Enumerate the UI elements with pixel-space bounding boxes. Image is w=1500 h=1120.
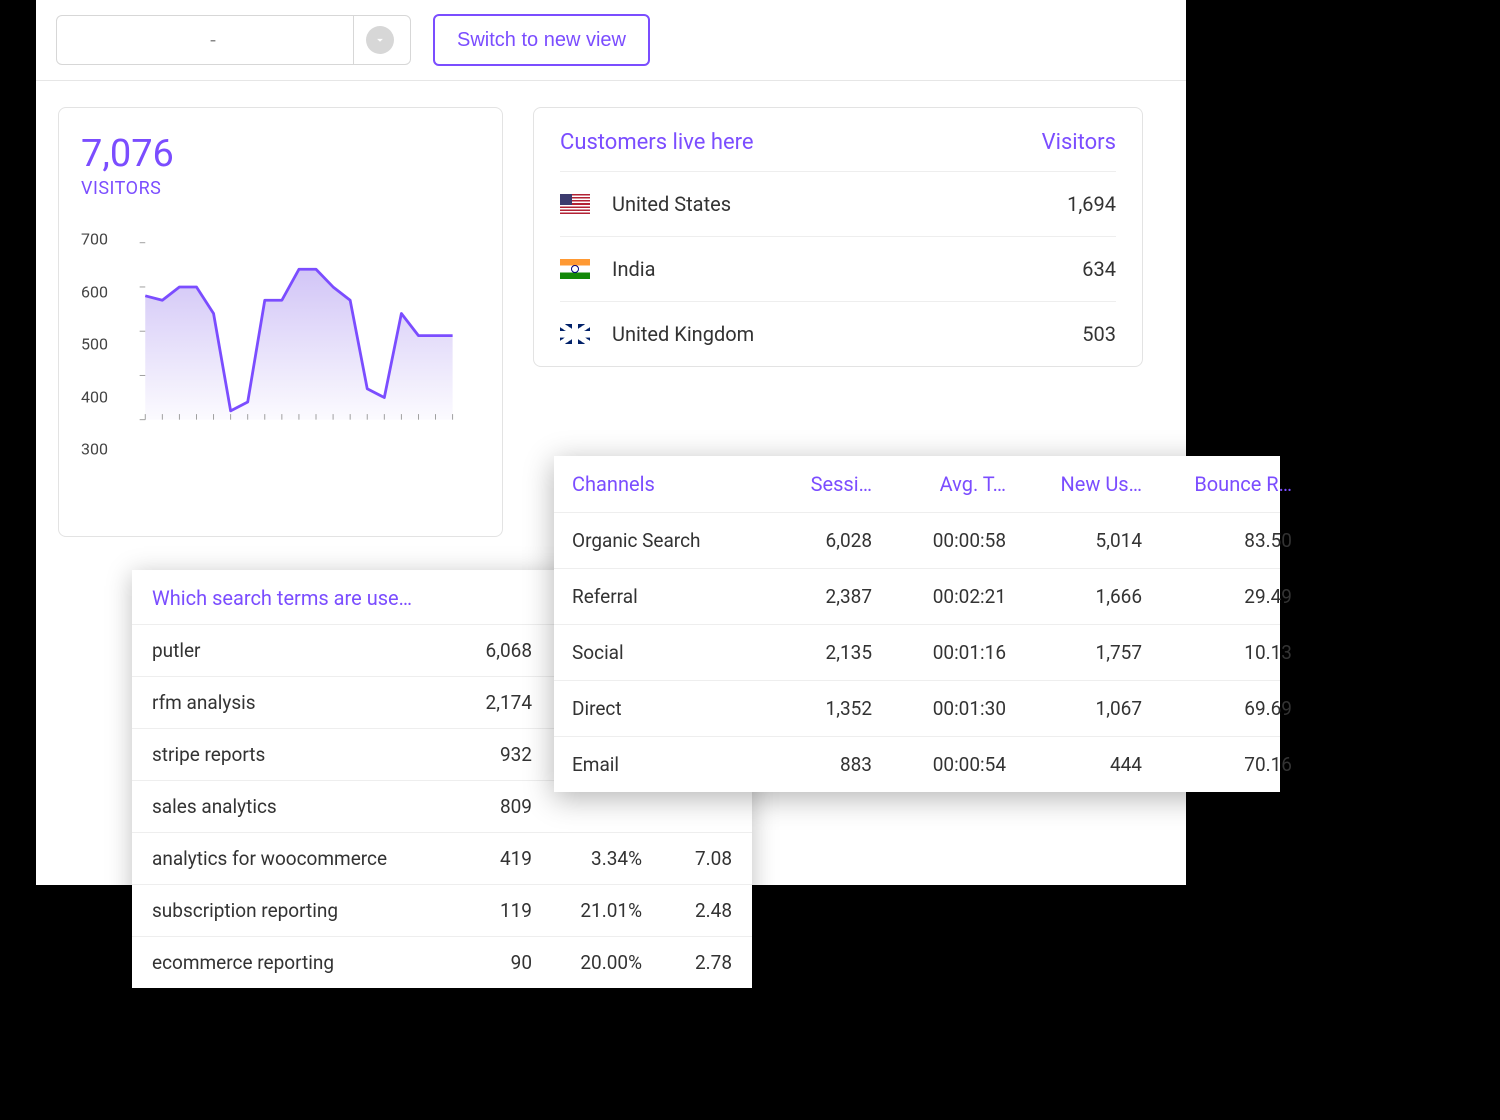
- col-channel: Channels: [572, 472, 762, 496]
- country-name: United Kingdom: [612, 322, 1082, 346]
- country-value: 503: [1082, 322, 1116, 346]
- topbar: - Switch to new view: [36, 0, 1186, 81]
- avg-time-value: 00:01:16: [872, 641, 1012, 664]
- visitors-label: VISITORS: [81, 178, 480, 199]
- avg-time-value: 00:01:30: [872, 697, 1012, 720]
- countries-card: Customers live here Visitors United Stat…: [533, 107, 1143, 367]
- bounce-value: 10.13: [1142, 641, 1292, 664]
- avg-time-value: 00:00:54: [872, 753, 1012, 776]
- bounce-value: 69.69: [1142, 697, 1292, 720]
- search-term-row[interactable]: ecommerce reporting9020.00%2.78: [132, 937, 752, 988]
- impressions-value: 90: [442, 951, 532, 974]
- switch-view-button[interactable]: Switch to new view: [433, 14, 650, 66]
- impressions-value: 932: [442, 743, 532, 766]
- bounce-value: 70.16: [1142, 753, 1292, 776]
- country-value: 1,694: [1067, 192, 1116, 216]
- sessions-value: 1,352: [762, 697, 872, 720]
- ytick: 600: [81, 282, 108, 301]
- new-users-value: 444: [1012, 753, 1142, 776]
- countries-title: Customers live here: [560, 130, 754, 155]
- countries-col-label: Visitors: [1042, 130, 1116, 155]
- channel-name: Organic Search: [572, 529, 762, 552]
- countries-header: Customers live here Visitors: [560, 130, 1116, 172]
- new-users-value: 1,067: [1012, 697, 1142, 720]
- visitors-line-chart: [133, 239, 463, 429]
- search-term: stripe reports: [152, 743, 442, 766]
- channel-name: Referral: [572, 585, 762, 608]
- channels-header: Channels Sessi… Avg. T… New Us… Bounce R…: [554, 456, 1280, 513]
- search-term: sales analytics: [152, 795, 442, 818]
- ytick: 500: [81, 335, 108, 354]
- ytick: 400: [81, 387, 108, 406]
- ytick: 700: [81, 230, 108, 249]
- ctr-value: 3.34%: [532, 847, 642, 870]
- country-row[interactable]: India634: [560, 237, 1116, 302]
- ctr-value: 20.00%: [532, 951, 642, 974]
- search-term: ecommerce reporting: [152, 951, 442, 974]
- chevron-down-icon[interactable]: [366, 26, 394, 54]
- visitors-chart: 700 600 500 400 300: [81, 239, 480, 449]
- ytick: 300: [81, 440, 108, 459]
- new-users-value: 1,666: [1012, 585, 1142, 608]
- impressions-value: 419: [442, 847, 532, 870]
- country-value: 634: [1082, 257, 1116, 281]
- channel-row[interactable]: Email88300:00:5444470.16: [554, 737, 1280, 792]
- sessions-value: 883: [762, 753, 872, 776]
- sessions-value: 2,387: [762, 585, 872, 608]
- position-value: 7.08: [642, 847, 732, 870]
- visitors-count: 7,076: [81, 132, 480, 176]
- channel-row[interactable]: Social2,13500:01:161,75710.13: [554, 625, 1280, 681]
- channel-row[interactable]: Referral2,38700:02:211,66629.49: [554, 569, 1280, 625]
- position-value: 2.48: [642, 899, 732, 922]
- impressions-value: 6,068: [442, 639, 532, 662]
- impressions-value: 809: [442, 795, 532, 818]
- search-term-row[interactable]: analytics for woocommerce4193.34%7.08: [132, 833, 752, 885]
- impressions-value: 119: [442, 899, 532, 922]
- bounce-value: 29.49: [1142, 585, 1292, 608]
- flag-icon: [560, 324, 590, 344]
- new-users-value: 5,014: [1012, 529, 1142, 552]
- col-sessions: Sessi…: [762, 472, 872, 496]
- sessions-value: 2,135: [762, 641, 872, 664]
- col-new-users: New Us…: [1012, 472, 1142, 496]
- avg-time-value: 00:00:58: [872, 529, 1012, 552]
- channel-name: Email: [572, 753, 762, 776]
- channel-name: Direct: [572, 697, 762, 720]
- avg-time-value: 00:02:21: [872, 585, 1012, 608]
- search-term-row[interactable]: subscription reporting11921.01%2.48: [132, 885, 752, 937]
- impressions-value: 2,174: [442, 691, 532, 714]
- search-term: putler: [152, 639, 442, 662]
- flag-icon: [560, 259, 590, 279]
- channel-row[interactable]: Direct1,35200:01:301,06769.69: [554, 681, 1280, 737]
- visitors-card: 7,076 VISITORS 700 600 500 400 300: [58, 107, 503, 537]
- ctr-value: 21.01%: [532, 899, 642, 922]
- search-term: subscription reporting: [152, 899, 442, 922]
- col-avg-time: Avg. T…: [872, 472, 1012, 496]
- new-users-value: 1,757: [1012, 641, 1142, 664]
- account-selector[interactable]: -: [56, 15, 411, 65]
- search-term: analytics for woocommerce: [152, 847, 442, 870]
- country-row[interactable]: United States1,694: [560, 172, 1116, 237]
- selector-value: -: [73, 16, 354, 64]
- col-bounce: Bounce R…: [1142, 472, 1292, 496]
- sessions-value: 6,028: [762, 529, 872, 552]
- bounce-value: 83.50: [1142, 529, 1292, 552]
- flag-icon: [560, 194, 590, 214]
- position-value: 2.78: [642, 951, 732, 974]
- country-name: United States: [612, 192, 1067, 216]
- country-row[interactable]: United Kingdom503: [560, 302, 1116, 366]
- channel-name: Social: [572, 641, 762, 664]
- search-term: rfm analysis: [152, 691, 442, 714]
- country-name: India: [612, 257, 1082, 281]
- channels-card: Channels Sessi… Avg. T… New Us… Bounce R…: [554, 456, 1280, 792]
- channel-row[interactable]: Organic Search6,02800:00:585,01483.50: [554, 513, 1280, 569]
